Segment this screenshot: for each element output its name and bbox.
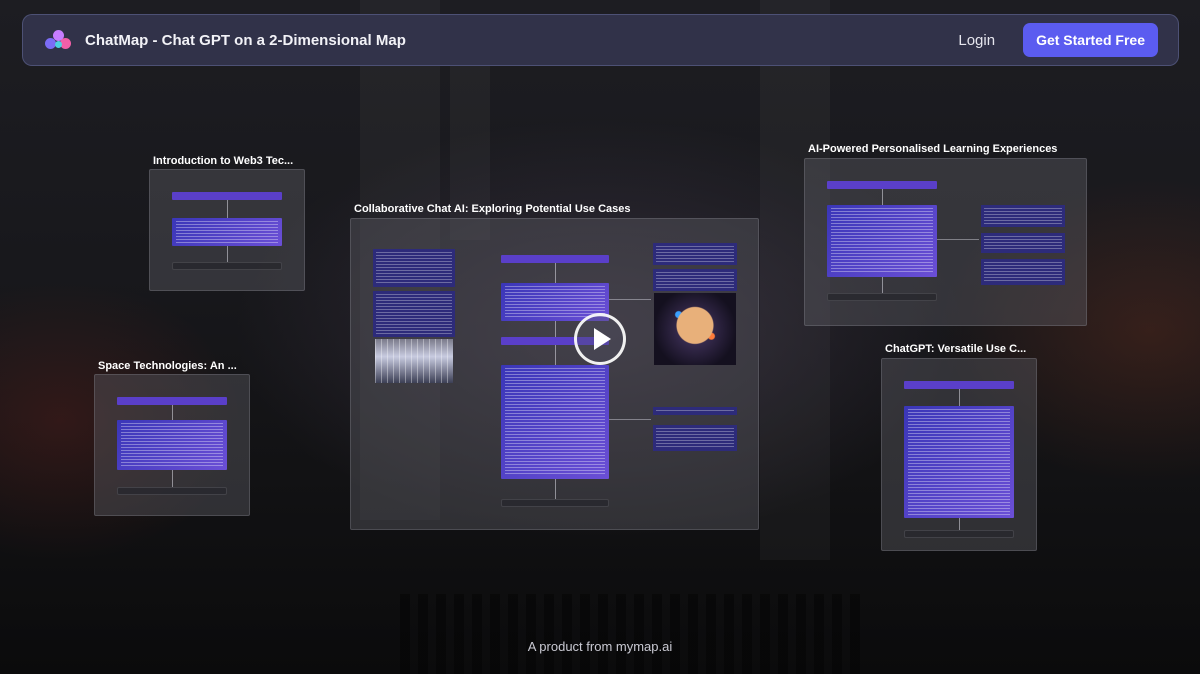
follow-up-input[interactable] (827, 293, 937, 301)
connector (959, 518, 960, 530)
question-node[interactable] (172, 192, 282, 200)
answer-node[interactable] (904, 406, 1014, 518)
connector (609, 419, 651, 420)
side-note-node[interactable] (653, 243, 737, 265)
follow-up-input[interactable] (501, 499, 609, 507)
map-title-chatgpt[interactable]: ChatGPT: Versatile Use C... (885, 343, 1026, 355)
background-crowd (400, 594, 860, 674)
question-node[interactable] (117, 397, 227, 405)
question-node[interactable] (904, 381, 1014, 389)
map-title-learning[interactable]: AI-Powered Personalised Learning Experie… (808, 143, 1057, 155)
map-card-learning[interactable] (804, 158, 1087, 326)
footer: A product from mymap.ai (0, 639, 1200, 654)
play-video-button[interactable] (574, 313, 626, 365)
answer-node[interactable] (827, 205, 937, 277)
play-icon (594, 328, 611, 350)
navbar: ChatMap - Chat GPT on a 2-Dimensional Ma… (22, 14, 1179, 66)
map-title-space[interactable]: Space Technologies: An ... (98, 360, 237, 372)
answer-node[interactable] (117, 420, 227, 470)
answer-node[interactable] (172, 218, 282, 246)
map-title-web3[interactable]: Introduction to Web3 Tec... (153, 155, 293, 167)
connector (227, 200, 228, 218)
side-note-node[interactable] (981, 205, 1065, 227)
footer-prefix: A product from (527, 639, 616, 654)
map-card-web3[interactable] (149, 169, 305, 291)
connector (609, 299, 651, 300)
brand-title[interactable]: ChatMap - Chat GPT on a 2-Dimensional Ma… (85, 32, 406, 49)
question-node[interactable] (827, 181, 937, 189)
mymap-link[interactable]: mymap.ai (616, 639, 672, 654)
login-link[interactable]: Login (958, 32, 995, 49)
map-title-collab[interactable]: Collaborative Chat AI: Exploring Potenti… (354, 203, 631, 215)
follow-up-input[interactable] (172, 262, 282, 270)
side-note-node[interactable] (373, 249, 455, 287)
question-node[interactable] (501, 255, 609, 263)
connector (555, 321, 556, 337)
side-note-node[interactable] (653, 425, 737, 451)
connector (959, 389, 960, 406)
connector (555, 345, 556, 365)
get-started-button[interactable]: Get Started Free (1023, 23, 1158, 57)
follow-up-input[interactable] (117, 487, 227, 495)
map-card-collab[interactable] (350, 218, 759, 530)
connector (227, 246, 228, 262)
chatmap-logo-icon[interactable] (45, 28, 73, 52)
side-note-node[interactable] (981, 233, 1065, 253)
connector (882, 189, 883, 205)
side-note-node[interactable] (373, 291, 455, 337)
side-note-node[interactable] (981, 259, 1065, 285)
connector (937, 239, 979, 240)
map-card-chatgpt[interactable] (881, 358, 1037, 551)
side-note-node[interactable] (653, 407, 737, 415)
connector (172, 470, 173, 487)
connector (172, 405, 173, 420)
ai-head-image (654, 293, 736, 365)
answer-node[interactable] (501, 365, 609, 479)
connector (555, 479, 556, 499)
hallway-image (375, 339, 453, 383)
map-card-space[interactable] (94, 374, 250, 516)
connector (882, 277, 883, 293)
connector (555, 263, 556, 283)
side-note-node[interactable] (653, 269, 737, 291)
follow-up-input[interactable] (904, 530, 1014, 538)
